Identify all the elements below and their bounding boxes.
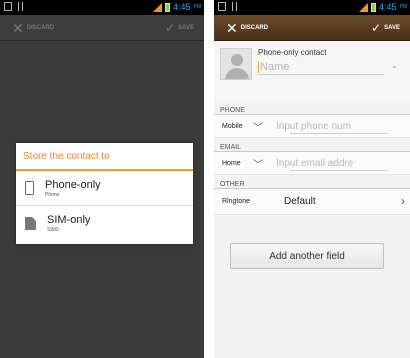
add-another-field-button[interactable]: Add another field	[230, 243, 384, 269]
status-ampm: PM	[193, 4, 202, 10]
chevron-down-icon[interactable]: ⌄	[391, 61, 398, 70]
battery-icon	[164, 2, 170, 12]
option-phone-only[interactable]: Phone-only Phone	[16, 171, 193, 206]
right-screen: 4:45 PM ✕ DISCARD ✓ SAVE Phone-only cont…	[214, 0, 410, 358]
section-header-other: OTHER	[214, 175, 410, 189]
screenshot-notification-icon	[218, 2, 226, 11]
contact-photo-icon[interactable]	[220, 48, 252, 80]
ringtone-label: Ringtone	[222, 198, 251, 205]
discard-button[interactable]: ✕ DISCARD	[226, 15, 268, 41]
signal-icon	[358, 2, 368, 12]
chevron-down-icon[interactable]: ﹀	[253, 119, 269, 134]
ringtone-value: Default	[284, 196, 316, 207]
discard-button[interactable]: ✕ DISCARD	[12, 15, 54, 41]
text-cursor	[258, 60, 259, 73]
sim-card-icon	[25, 217, 36, 230]
phone-input[interactable]: Input phone num	[276, 121, 371, 132]
status-ampm: PM	[399, 4, 408, 10]
option-label: Phone-only	[45, 178, 101, 191]
section-header-email: EMAIL	[214, 138, 410, 152]
action-bar: ✕ DISCARD ✓ SAVE	[214, 15, 410, 41]
option-sublabel: SIM0	[47, 227, 59, 233]
ringtone-row[interactable]: Ringtone Default ›	[214, 189, 410, 215]
discard-label: DISCARD	[26, 25, 55, 31]
status-bar: 4:45 PM	[214, 0, 410, 15]
account-type-label: Phone-only contact	[258, 48, 327, 57]
status-bar: 4:45 PM	[0, 0, 204, 15]
option-label: SIM-only	[47, 214, 91, 226]
close-icon: ✕	[226, 20, 238, 36]
check-icon: ✓	[371, 21, 382, 35]
left-screen: 4:45 PM ✕ DISCARD ✓ SAVE Store the conta…	[0, 0, 204, 358]
status-time: 4:45	[172, 2, 191, 12]
email-input[interactable]: Input email addre	[276, 158, 371, 169]
name-field[interactable]: Name	[258, 59, 384, 75]
section-header-phone: PHONE	[214, 101, 410, 115]
email-type-selector[interactable]: Home	[214, 160, 248, 167]
chevron-right-icon: ›	[401, 194, 405, 208]
close-icon: ✕	[12, 20, 24, 36]
phone-type-selector[interactable]: Mobile	[214, 123, 248, 130]
battery-icon	[370, 2, 376, 12]
contact-header: Phone-only contact Name ⌄	[214, 41, 410, 101]
status-time: 4:45	[378, 2, 397, 12]
save-button[interactable]: ✓ SAVE	[371, 15, 400, 41]
usb-icon	[18, 2, 23, 11]
phone-icon	[25, 181, 34, 195]
usb-icon	[232, 2, 237, 11]
screenshot-notification-icon	[4, 2, 12, 11]
save-label: SAVE	[384, 25, 400, 31]
save-label: SAVE	[178, 25, 194, 31]
option-sim-only[interactable]: SIM-only SIM0	[16, 206, 193, 241]
dialog-title: Store the contact to	[16, 143, 193, 171]
name-placeholder: Name	[260, 60, 290, 73]
discard-label: DISCARD	[240, 25, 269, 31]
chevron-down-icon[interactable]: ﹀	[253, 156, 269, 171]
option-sublabel: Phone	[45, 191, 60, 198]
store-contact-dialog: Store the contact to Phone-only Phone SI…	[16, 143, 193, 244]
signal-icon	[152, 2, 162, 12]
save-button[interactable]: ✓ SAVE	[165, 15, 194, 41]
action-bar: ✕ DISCARD ✓ SAVE	[0, 15, 204, 41]
phone-row: Mobile ﹀ Input phone num	[214, 115, 410, 138]
email-row: Home ﹀ Input email addre	[214, 152, 410, 175]
check-icon: ✓	[165, 21, 176, 35]
